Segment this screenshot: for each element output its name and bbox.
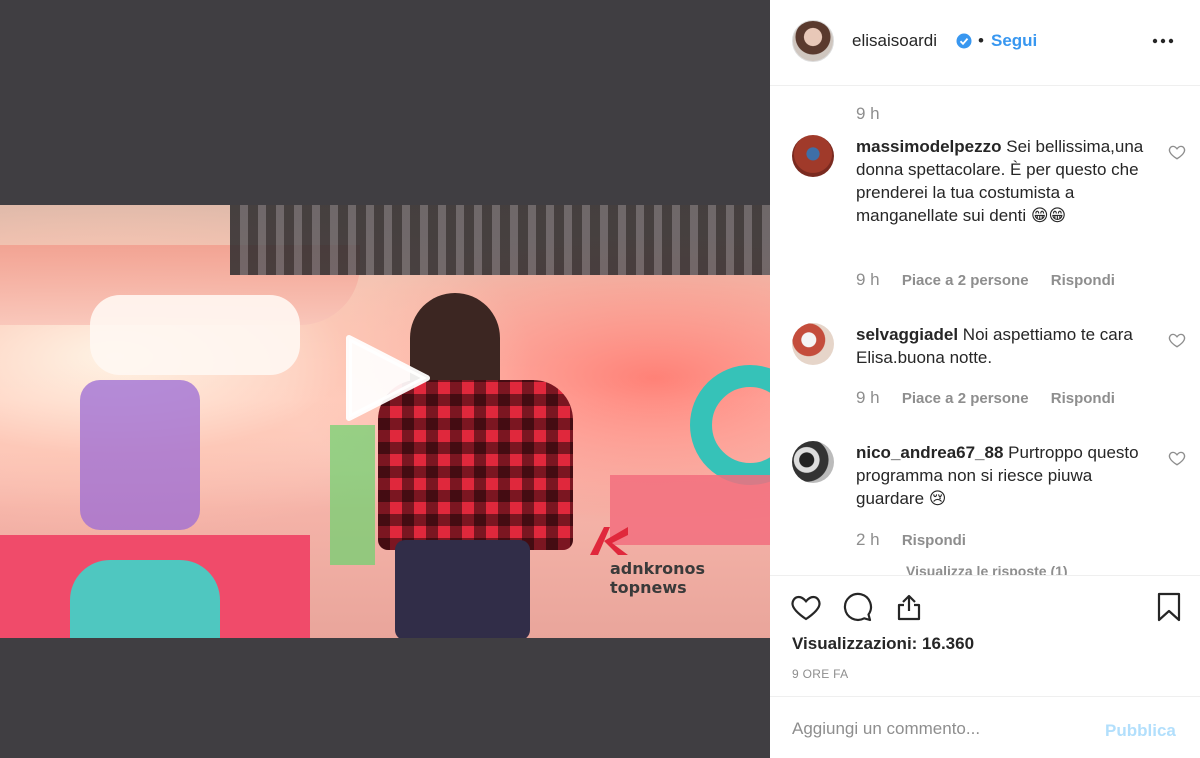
author-username[interactable]: elisaisoardi <box>852 31 937 51</box>
view-replies-link[interactable]: Visualizza le risposte (1) <box>906 563 1068 575</box>
comment-time: 2 h <box>856 530 880 549</box>
reply-button[interactable]: Rispondi <box>902 532 966 549</box>
play-icon[interactable] <box>345 334 431 422</box>
posted-time: 9 ORE FA <box>792 667 849 681</box>
save-bookmark-icon[interactable] <box>1153 591 1185 623</box>
comments-list[interactable]: 9 h massimodelpezzo Sei bellissima,una d… <box>770 87 1200 575</box>
comment-bubble-icon[interactable] <box>841 591 873 623</box>
view-count[interactable]: Visualizzazioni: 16.360 <box>792 634 974 654</box>
more-options-icon[interactable] <box>1150 28 1176 54</box>
comment-body: selvaggiadel Noi aspettiamo te cara Elis… <box>856 323 1156 369</box>
video-watermark: adnkronos topnews <box>610 559 705 597</box>
video-person-pants <box>395 540 530 638</box>
verified-badge-icon <box>956 33 972 49</box>
comment-meta: 9 h Piace a 2 persone Rispondi <box>856 270 1133 290</box>
like-comment-heart-icon[interactable] <box>1168 143 1186 161</box>
video-scene-green-panel <box>330 425 375 565</box>
comment-body: massimodelpezzo Sei bellissima,una donna… <box>856 135 1156 227</box>
post-actions: Visualizzazioni: 16.360 9 ORE FA <box>770 575 1200 695</box>
comment-likes[interactable]: Piace a 2 persone <box>902 272 1029 289</box>
post-sidebar: elisaisoardi • Segui 9 h massimodelpezzo… <box>770 0 1200 758</box>
comment-composer: Pubblica <box>770 696 1200 758</box>
comment-likes[interactable]: Piace a 2 persone <box>902 390 1029 407</box>
comment-meta: 2 h Rispondi <box>856 530 984 550</box>
adnkronos-logo-icon <box>590 527 628 555</box>
watermark-line1: adnkronos <box>610 559 706 578</box>
watermark-line2: topnews <box>610 578 687 597</box>
header-separator: • <box>978 31 984 50</box>
add-comment-input[interactable] <box>792 717 1092 741</box>
follow-button[interactable]: Segui <box>991 31 1037 51</box>
commenter-avatar[interactable] <box>792 135 834 177</box>
comment-time: 9 h <box>856 388 880 407</box>
author-avatar[interactable] <box>792 20 834 62</box>
like-comment-heart-icon[interactable] <box>1168 449 1186 467</box>
share-icon[interactable] <box>893 591 925 623</box>
video-scene-lights <box>230 205 770 275</box>
video-scene-desk-logo <box>70 560 220 638</box>
comment-body: nico_andrea67_88 Purtroppo questo progra… <box>856 441 1156 510</box>
commenter-avatar[interactable] <box>792 441 834 483</box>
like-comment-heart-icon[interactable] <box>1168 331 1186 349</box>
comment-username[interactable]: selvaggiadel <box>856 325 958 344</box>
commenter-avatar[interactable] <box>792 323 834 365</box>
video-scene-purple-panel <box>80 380 200 530</box>
video-scene-panel <box>90 295 300 375</box>
like-heart-icon[interactable] <box>790 591 822 623</box>
video-scene-wheel <box>690 365 770 485</box>
comment-time: 9 h <box>856 270 880 289</box>
post-header: elisaisoardi • Segui <box>770 0 1200 86</box>
comment-username[interactable]: nico_andrea67_88 <box>856 443 1003 462</box>
video-scene-right-panel <box>610 475 770 545</box>
publish-button[interactable]: Pubblica <box>1105 721 1176 741</box>
caption-time: 9 h <box>856 104 880 123</box>
media-pane: adnkronos topnews <box>0 0 770 758</box>
reply-button[interactable]: Rispondi <box>1051 272 1115 289</box>
reply-button[interactable]: Rispondi <box>1051 390 1115 407</box>
comment-username[interactable]: massimodelpezzo <box>856 137 1002 156</box>
comment-meta: 9 h Piace a 2 persone Rispondi <box>856 388 1133 408</box>
